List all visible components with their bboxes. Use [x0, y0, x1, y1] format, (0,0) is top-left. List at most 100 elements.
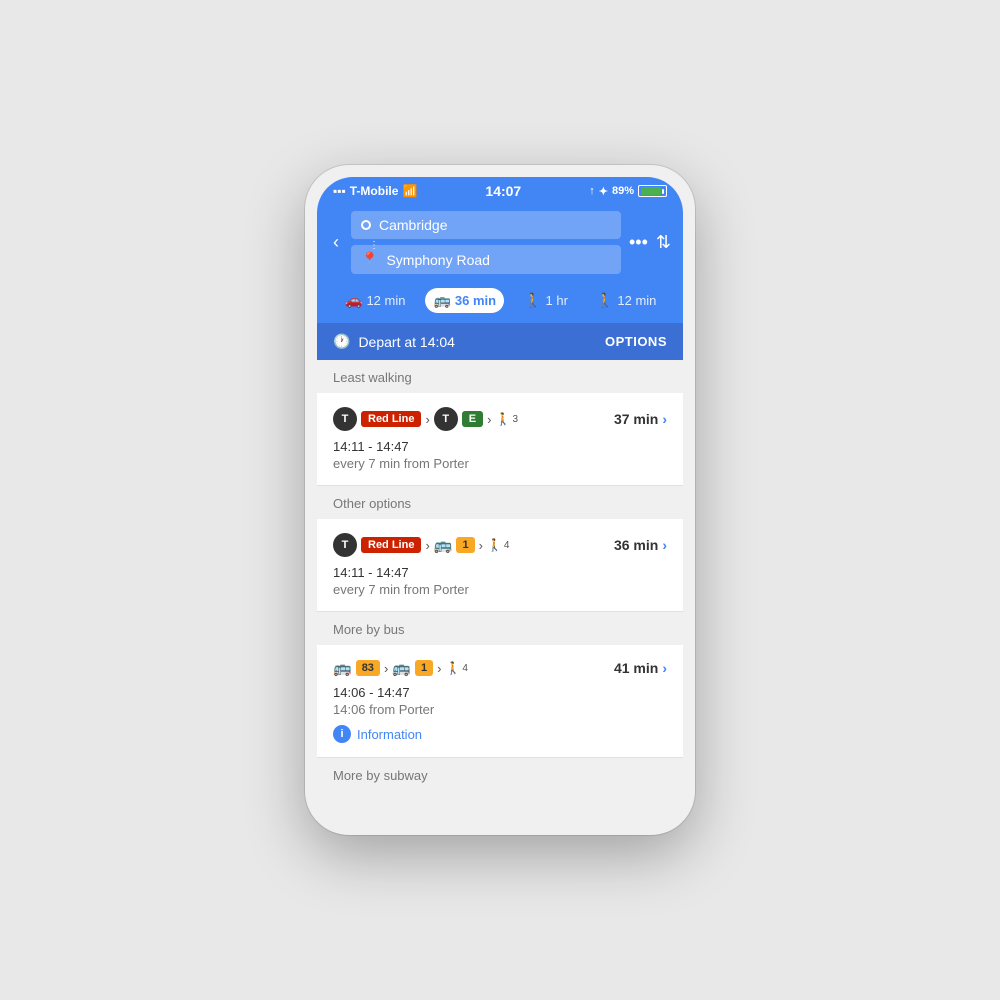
bus-icon-2: 🚌 — [333, 659, 352, 677]
bus-icon-3: 🚌 — [392, 659, 411, 677]
transit-time: 36 min — [455, 293, 496, 308]
tab-drive[interactable]: 🚗 12 min — [337, 288, 413, 313]
mbta-circle-2: T — [434, 407, 458, 431]
carrier-label: T-Mobile — [350, 184, 399, 198]
walk-badge-3: 🚶4 — [445, 661, 468, 675]
more-options-button[interactable]: ••• — [629, 232, 648, 253]
section-more-subway-header: More by subway — [317, 758, 683, 823]
frequency-1: every 7 min from Porter — [333, 456, 667, 471]
battery-percent: 89% — [612, 185, 634, 197]
bluetooth-icon: ✦ — [599, 185, 608, 198]
arrow-6: › — [437, 661, 441, 676]
time-label: 14:07 — [485, 183, 521, 199]
battery-icon — [638, 185, 667, 197]
search-row: ‹ Cambridge ⋮ 📍 Symphony Road ••• ⇅ — [329, 211, 671, 274]
route-icons-1: T Red Line › T E › 🚶3 — [333, 407, 518, 431]
bus-1-badge-2: 1 — [415, 660, 433, 676]
phone-frame: ▪▪▪ T-Mobile 📶 14:07 ↑ ✦ 89% ‹ — [305, 165, 695, 835]
battery-tip — [662, 189, 664, 194]
route-dots: ⋮ — [369, 241, 378, 251]
walk-icon-2: 🚶 — [596, 292, 613, 309]
duration-text-2: 36 min — [614, 537, 658, 553]
information-label: Information — [357, 727, 422, 742]
route-duration-1[interactable]: 37 min › — [614, 411, 667, 427]
swap-directions-button[interactable]: ⇅ — [656, 232, 671, 253]
bus-1-badge: 1 — [456, 537, 474, 553]
arrow-1: › — [425, 412, 429, 427]
route-details-1: 14:11 - 14:47 every 7 min from Porter — [333, 439, 667, 471]
route-card-2[interactable]: T Red Line › 🚌 1 › 🚶4 36 min › — [317, 519, 683, 612]
route-card-1[interactable]: T Red Line › T E › 🚶3 37 min › — [317, 393, 683, 486]
section-least-walking-header: Least walking — [317, 360, 683, 393]
walk-badge-2: 🚶4 — [487, 538, 510, 552]
red-line-badge-1: Red Line — [361, 411, 421, 427]
route-duration-3[interactable]: 41 min › — [614, 660, 667, 676]
origin-dot-icon — [361, 220, 371, 230]
battery-fill — [641, 187, 661, 195]
depart-label: Depart at 14:04 — [358, 334, 455, 350]
depart-left: 🕐 Depart at 14:04 — [333, 333, 455, 350]
info-icon: i — [333, 725, 351, 743]
route-top-2: T Red Line › 🚌 1 › 🚶4 36 min › — [333, 533, 667, 557]
from-porter-3: 14:06 from Porter — [333, 702, 667, 717]
route-card-3[interactable]: 🚌 83 › 🚌 1 › 🚶4 41 min › — [317, 645, 683, 758]
back-button[interactable]: ‹ — [329, 228, 343, 257]
duration-text-1: 37 min — [614, 411, 658, 427]
drive-time: 12 min — [366, 293, 405, 308]
arrow-4: › — [479, 538, 483, 553]
mbta-circle-3: T — [333, 533, 357, 557]
clock-icon: 🕐 — [333, 333, 350, 350]
chevron-icon-3: › — [662, 660, 667, 676]
e-line-badge: E — [462, 411, 483, 427]
info-row[interactable]: i Information — [333, 725, 667, 743]
tab-walk-12[interactable]: 🚶 12 min — [588, 288, 664, 313]
time-range-1: 14:11 - 14:47 — [333, 439, 667, 454]
content-area: Least walking T Red Line › T E › 🚶3 — [317, 360, 683, 823]
status-left: ▪▪▪ T-Mobile 📶 — [333, 184, 417, 198]
route-details-2: 14:11 - 14:47 every 7 min from Porter — [333, 565, 667, 597]
mode-tabs: 🚗 12 min 🚌 36 min 🚶 1 hr 🚶 12 min 🚴 — [329, 282, 671, 323]
tab-transit[interactable]: 🚌 36 min — [425, 288, 504, 313]
destination-field[interactable]: 📍 Symphony Road — [351, 245, 621, 274]
walk-icon-1: 🚶 — [524, 292, 541, 309]
origin-text: Cambridge — [379, 217, 611, 233]
gps-icon: ↑ — [589, 185, 595, 197]
frequency-2: every 7 min from Porter — [333, 582, 667, 597]
destination-pin-icon: 📍 — [361, 251, 378, 268]
time-range-3: 14:06 - 14:47 — [333, 685, 667, 700]
destination-text: Symphony Road — [386, 252, 611, 268]
wifi-icon: 📶 — [402, 184, 417, 198]
section-more-bus-header: More by bus — [317, 612, 683, 645]
maps-header: ‹ Cambridge ⋮ 📍 Symphony Road ••• ⇅ — [317, 203, 683, 323]
route-top-3: 🚌 83 › 🚌 1 › 🚶4 41 min › — [333, 659, 667, 677]
status-bar: ▪▪▪ T-Mobile 📶 14:07 ↑ ✦ 89% — [317, 177, 683, 203]
options-button[interactable]: OPTIONS — [605, 334, 667, 349]
red-line-badge-2: Red Line — [361, 537, 421, 553]
arrow-5: › — [384, 661, 388, 676]
arrow-2: › — [487, 412, 491, 427]
bus-83-badge: 83 — [356, 660, 380, 676]
drive-icon: 🚗 — [345, 292, 362, 309]
route-icons-2: T Red Line › 🚌 1 › 🚶4 — [333, 533, 509, 557]
route-details-3: 14:06 - 14:47 14:06 from Porter — [333, 685, 667, 717]
walk-time-1: 1 hr — [546, 293, 568, 308]
duration-text-3: 41 min — [614, 660, 658, 676]
chevron-icon-2: › — [662, 537, 667, 553]
tab-walk-1hr[interactable]: 🚶 1 hr — [516, 288, 576, 313]
signal-icon: ▪▪▪ — [333, 184, 346, 198]
status-right: ↑ ✦ 89% — [589, 185, 667, 198]
time-range-2: 14:11 - 14:47 — [333, 565, 667, 580]
mbta-circle-1: T — [333, 407, 357, 431]
route-top-1: T Red Line › T E › 🚶3 37 min › — [333, 407, 667, 431]
arrow-3: › — [425, 538, 429, 553]
walk-badge-1: 🚶3 — [495, 412, 518, 426]
chevron-icon-1: › — [662, 411, 667, 427]
bus-icon-1: 🚌 — [434, 536, 453, 554]
route-icons-3: 🚌 83 › 🚌 1 › 🚶4 — [333, 659, 468, 677]
route-duration-2[interactable]: 36 min › — [614, 537, 667, 553]
walk-time-2: 12 min — [617, 293, 656, 308]
section-other-options-header: Other options — [317, 486, 683, 519]
transit-icon: 🚌 — [433, 292, 450, 309]
origin-field[interactable]: Cambridge — [351, 211, 621, 239]
phone-screen: ▪▪▪ T-Mobile 📶 14:07 ↑ ✦ 89% ‹ — [317, 177, 683, 823]
